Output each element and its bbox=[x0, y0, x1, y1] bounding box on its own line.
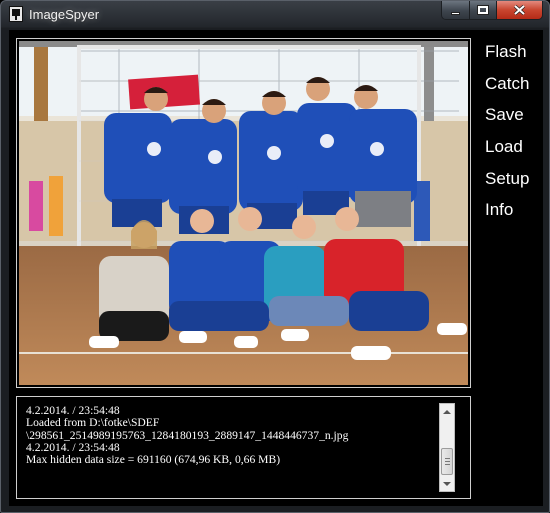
close-icon bbox=[514, 5, 525, 15]
log-textbox[interactable]: 4.2.2014. / 23:54:48 Loaded from D:\fotk… bbox=[16, 396, 471, 499]
minimize-button[interactable] bbox=[442, 1, 469, 19]
team-photo bbox=[19, 41, 468, 385]
arrow-down-icon bbox=[443, 481, 451, 486]
loaded-image bbox=[19, 41, 468, 385]
maximize-button[interactable] bbox=[469, 1, 496, 19]
title-bar[interactable]: ImageSpyer bbox=[1, 1, 549, 29]
maximize-icon bbox=[477, 5, 489, 15]
log-line: Loaded from D:\fotke\SDEF bbox=[26, 416, 160, 430]
side-menu: Flash Catch Save Load Setup Info bbox=[485, 40, 543, 230]
caption-buttons bbox=[441, 1, 543, 20]
close-button[interactable] bbox=[496, 1, 542, 19]
menu-info[interactable]: Info bbox=[485, 198, 543, 230]
scroll-down-button[interactable] bbox=[440, 476, 454, 491]
menu-flash[interactable]: Flash bbox=[485, 40, 543, 72]
log-line: Max hidden data size = 691160 (674,96 KB… bbox=[26, 453, 281, 467]
menu-save[interactable]: Save bbox=[485, 103, 543, 135]
app-window: ImageSpyer Flash Catch Save Load Setup I… bbox=[0, 0, 550, 513]
scrollbar-thumb[interactable] bbox=[441, 448, 453, 475]
image-preview-frame bbox=[16, 38, 471, 388]
menu-setup[interactable]: Setup bbox=[485, 167, 543, 199]
arrow-up-icon bbox=[443, 409, 451, 414]
app-icon[interactable] bbox=[9, 6, 23, 22]
scroll-up-button[interactable] bbox=[440, 404, 454, 419]
client-area: Flash Catch Save Load Setup Info 4.2.201… bbox=[9, 30, 543, 506]
menu-catch[interactable]: Catch bbox=[485, 72, 543, 104]
minimize-icon bbox=[451, 12, 460, 15]
log-content: 4.2.2014. / 23:54:48 Loaded from D:\fotk… bbox=[26, 404, 441, 467]
window-title: ImageSpyer bbox=[29, 7, 100, 22]
menu-load[interactable]: Load bbox=[485, 135, 543, 167]
log-scrollbar[interactable] bbox=[439, 403, 455, 492]
